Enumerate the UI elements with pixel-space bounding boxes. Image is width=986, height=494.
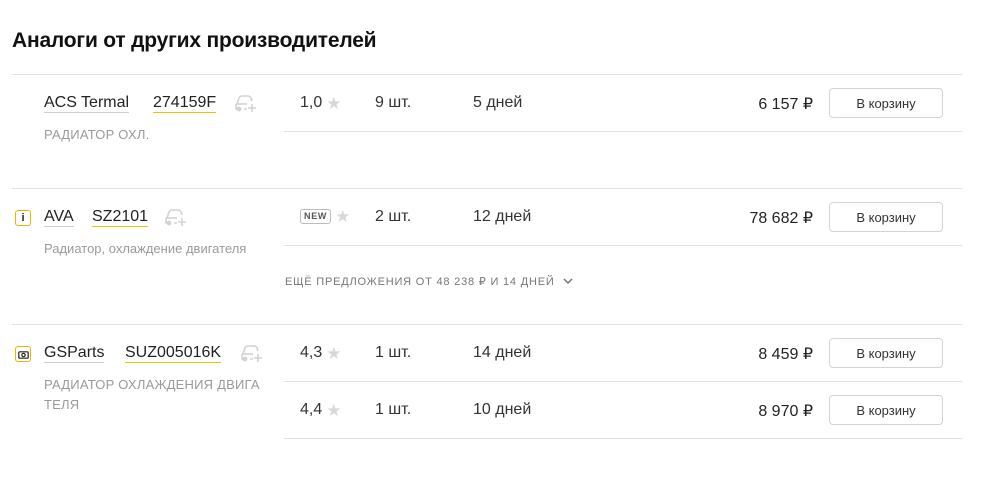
more-offers-link[interactable]: ЕЩЁ ПРЕДЛОЖЕНИЯ ОТ 48 238 ₽ И 14 ДНЕЙ [285, 275, 573, 288]
add-car-icon[interactable] [164, 206, 188, 233]
delivery-days: 5 дней [473, 94, 523, 111]
article-link[interactable]: 274159F [153, 94, 217, 113]
price: 8 970 ₽ [758, 403, 813, 420]
divider [284, 438, 962, 439]
add-to-cart-button[interactable]: В корзину [829, 202, 943, 232]
price: 8 459 ₽ [758, 346, 813, 363]
brand-link[interactable]: ACS Termal [44, 94, 130, 113]
brand-link[interactable]: GSParts [44, 344, 105, 363]
quantity: 9 шт. [375, 94, 412, 111]
quantity: 1 шт. [375, 401, 412, 418]
more-offers-label: ЕЩЁ ПРЕДЛОЖЕНИЯ ОТ 48 238 ₽ И 14 ДНЕЙ [285, 276, 555, 288]
rating: 4,4 ★ [300, 401, 342, 419]
part-description-line: ТЕЛЯ [44, 397, 80, 412]
add-to-cart-button[interactable]: В корзину [829, 88, 943, 118]
divider [284, 245, 962, 246]
camera-icon[interactable] [15, 346, 31, 362]
part-description: РАДИАТОР ОХЛ. [44, 127, 150, 142]
info-icon[interactable]: i [15, 210, 31, 226]
star-icon: ★ [326, 400, 342, 420]
delivery-days: 10 дней [473, 401, 532, 418]
rating-value: 4,4 [300, 401, 323, 418]
price: 78 682 ₽ [749, 210, 813, 227]
delivery-days: 14 дней [473, 344, 532, 361]
rating: NEW ★ [300, 208, 350, 225]
part-description: Радиатор, охлаждение двигателя [44, 241, 247, 256]
part-description: РАДИАТОР ОХЛАЖДЕНИЯ ДВИГА ТЕЛЯ [44, 375, 260, 415]
brand-link[interactable]: AVA [44, 208, 74, 227]
quantity: 1 шт. [375, 344, 412, 361]
star-icon: ★ [335, 207, 351, 226]
part-description-line: РАДИАТОР ОХЛАЖДЕНИЯ ДВИГА [44, 377, 260, 392]
article-link[interactable]: SZ2101 [92, 208, 149, 227]
divider [284, 131, 962, 132]
add-to-cart-button[interactable]: В корзину [829, 395, 943, 425]
rating: 1,0 ★ [300, 94, 342, 112]
new-badge: NEW [300, 209, 332, 224]
divider [284, 381, 962, 382]
star-icon: ★ [326, 343, 342, 363]
rating-value: 4,3 [300, 344, 323, 361]
chevron-down-icon [563, 278, 573, 285]
star-icon: ★ [326, 93, 342, 113]
delivery-days: 12 дней [473, 208, 532, 225]
rating-value: 1,0 [300, 94, 323, 111]
rating: 4,3 ★ [300, 344, 342, 362]
article-link[interactable]: SUZ005016K [125, 344, 222, 363]
divider [12, 74, 962, 75]
quantity: 2 шт. [375, 208, 412, 225]
divider [12, 324, 962, 325]
add-to-cart-button[interactable]: В корзину [829, 338, 943, 368]
add-car-icon[interactable] [234, 92, 258, 119]
divider [12, 188, 962, 189]
price: 6 157 ₽ [758, 96, 813, 113]
page-title: Аналоги от других производителей [12, 29, 377, 52]
add-car-icon[interactable] [240, 342, 264, 369]
